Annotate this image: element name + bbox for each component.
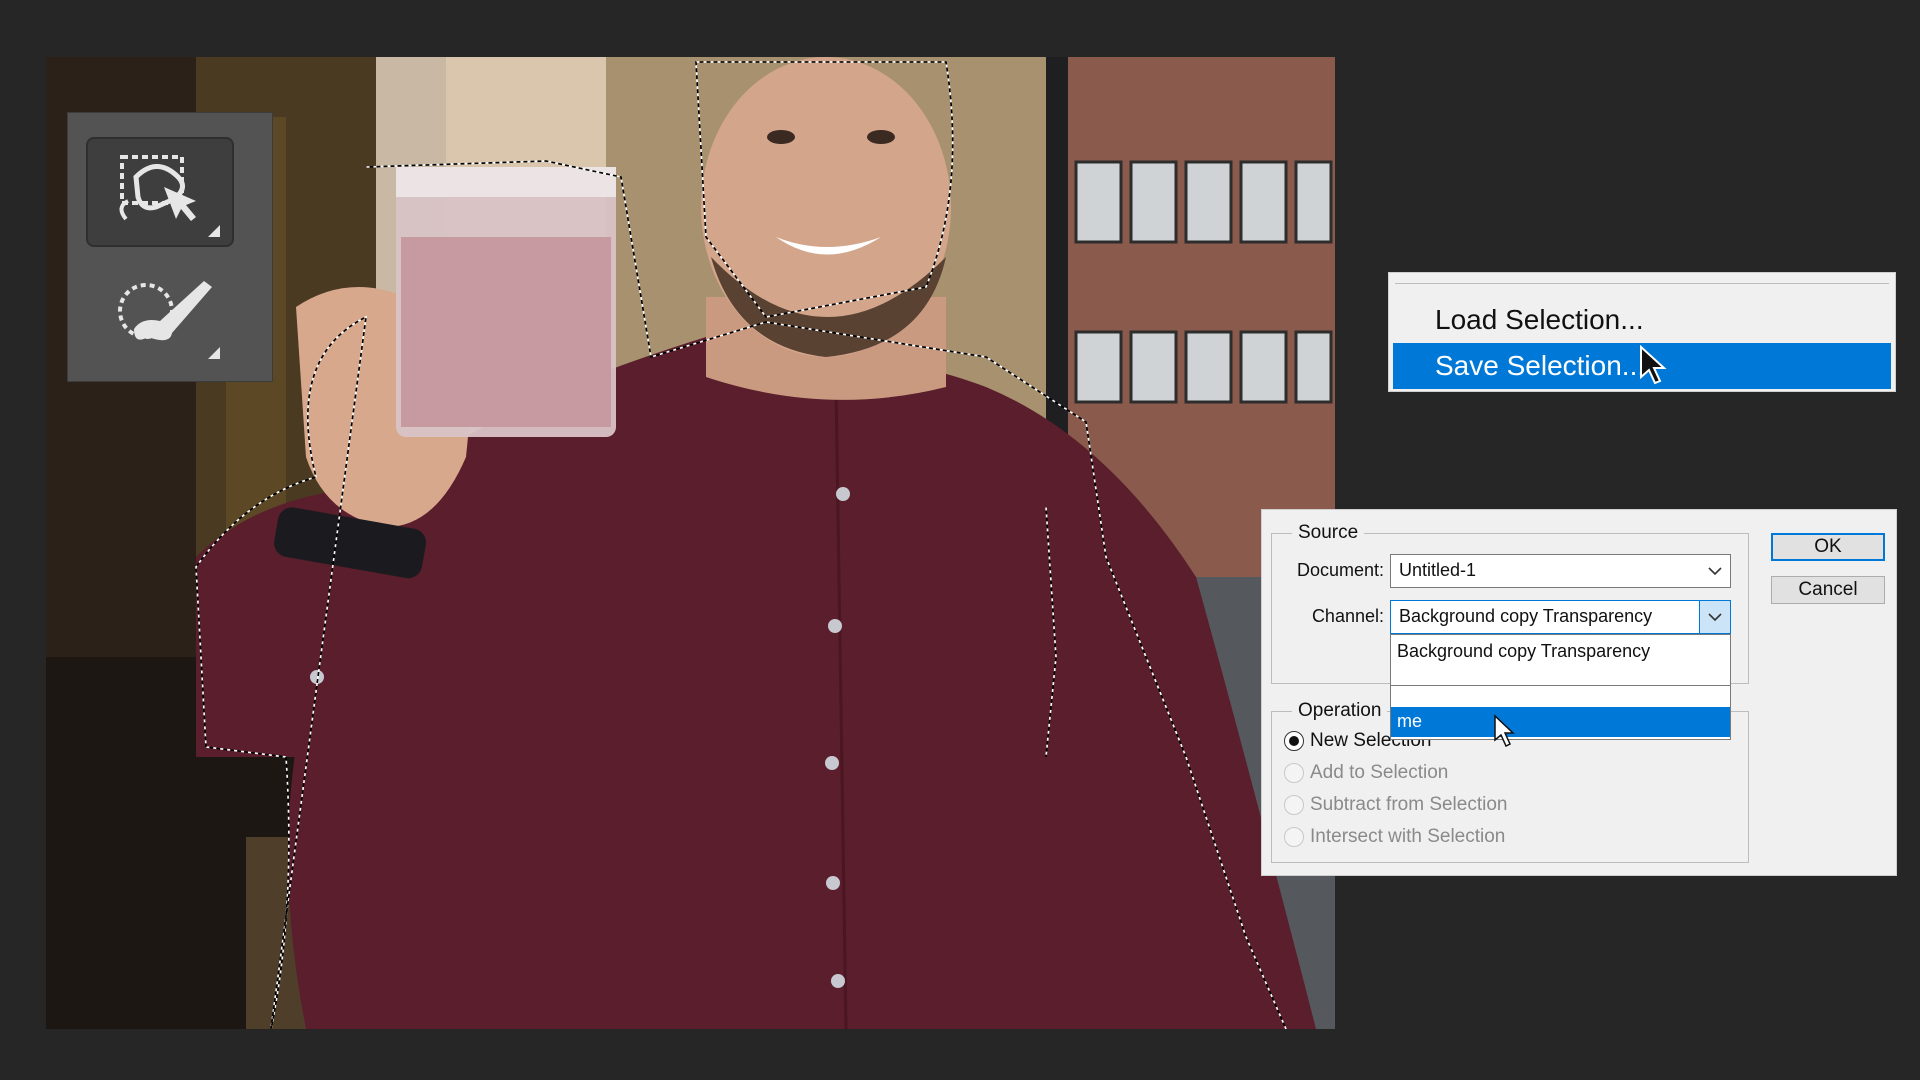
- radio-add-to-selection[interactable]: Add to Selection: [1284, 760, 1448, 786]
- mouse-cursor-icon: [1494, 714, 1515, 748]
- channel-option-blank[interactable]: [1391, 687, 1730, 705]
- radio-subtract-from-selection[interactable]: Subtract from Selection: [1284, 792, 1507, 818]
- tool-flyout-indicator: [208, 347, 220, 359]
- object-selection-tool-button[interactable]: [86, 137, 234, 247]
- cancel-button[interactable]: Cancel: [1771, 576, 1885, 604]
- document-value: Untitled-1: [1399, 560, 1477, 580]
- tool-flyout-indicator: [208, 225, 220, 237]
- radio-label: Add to Selection: [1310, 762, 1449, 783]
- channel-value: Background copy Transparency: [1399, 606, 1653, 626]
- dropdown-separator: [1391, 685, 1730, 686]
- menu-item-label: Save Selection...: [1435, 350, 1646, 381]
- quick-selection-tool-button[interactable]: [86, 259, 234, 369]
- radio-button[interactable]: [1284, 795, 1304, 815]
- radio-button[interactable]: [1284, 763, 1304, 783]
- chevron-down-icon[interactable]: [1699, 601, 1730, 633]
- document-label: Document:: [1296, 560, 1384, 580]
- tool-panel: [67, 112, 273, 382]
- menu-item-load-selection[interactable]: Load Selection...: [1393, 297, 1891, 343]
- channel-option[interactable]: Background copy Transparency: [1391, 637, 1730, 683]
- menu-separator: [1395, 283, 1889, 284]
- save-selection-dialog: Source Document: Untitled-1 Channel: Bac…: [1261, 509, 1897, 876]
- mouse-cursor-icon: [1640, 345, 1667, 385]
- radio-label: Subtract from Selection: [1310, 794, 1508, 815]
- operation-group-label: Operation: [1292, 700, 1388, 722]
- ok-button[interactable]: OK: [1771, 533, 1885, 561]
- radio-intersect-with-selection[interactable]: Intersect with Selection: [1284, 824, 1505, 850]
- context-menu: Load Selection... Save Selection...: [1388, 272, 1896, 392]
- channel-select[interactable]: Background copy Transparency: [1390, 600, 1731, 634]
- radio-label: Intersect with Selection: [1310, 826, 1506, 847]
- channel-dropdown-list: Background copy Transparency me: [1390, 634, 1731, 740]
- radio-button[interactable]: [1284, 731, 1304, 751]
- channel-option-me[interactable]: me: [1391, 707, 1730, 737]
- document-select[interactable]: Untitled-1: [1390, 554, 1731, 588]
- channel-label: Channel:: [1311, 606, 1384, 626]
- radio-button[interactable]: [1284, 827, 1304, 847]
- menu-item-label: Load Selection...: [1435, 304, 1644, 335]
- source-group-label: Source: [1292, 522, 1365, 544]
- chevron-down-icon: [1700, 555, 1730, 587]
